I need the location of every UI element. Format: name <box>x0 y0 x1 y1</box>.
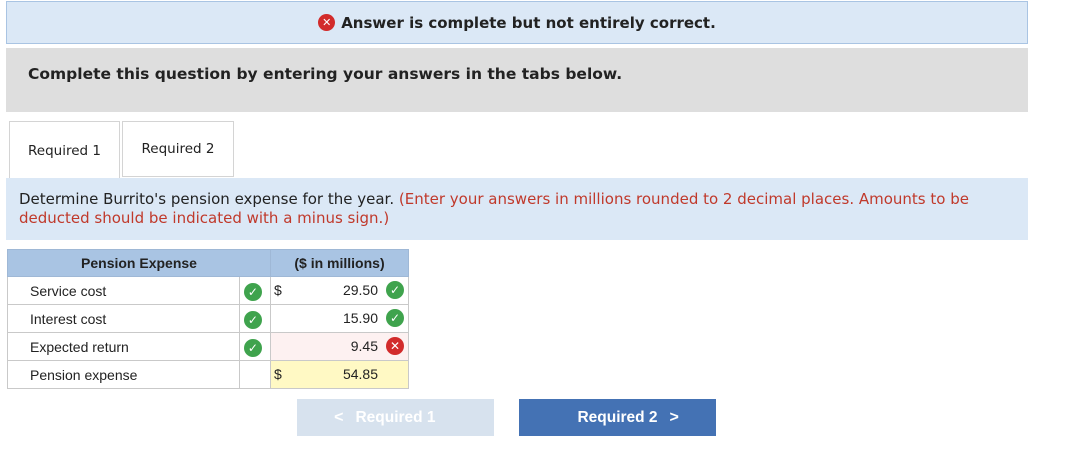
result-banner-text: Answer is complete but not entirely corr… <box>341 13 716 32</box>
x-circle-icon: ✕ <box>386 337 404 355</box>
check-icon: ✓ <box>243 282 262 301</box>
next-button[interactable]: < Required 2 > <box>519 399 716 436</box>
row-label-text: Interest cost <box>30 310 107 327</box>
check-icon: ✓ <box>243 338 262 357</box>
instruction-box: Complete this question by entering your … <box>6 48 1028 112</box>
row-label-interest-cost[interactable]: Interest cost <box>7 304 240 333</box>
total-amount-cell: $ 54.85 <box>270 360 409 389</box>
table-row: Expected return ✓ 9.45 ✕ <box>7 332 409 361</box>
instruction-text: Complete this question by entering your … <box>28 65 623 83</box>
amount-value: 15.90 <box>342 310 378 326</box>
row-label-text: Expected return <box>30 338 129 355</box>
row-label-pension-expense: Pension expense <box>7 360 240 389</box>
tab-required-1-label: Required 1 <box>28 142 101 159</box>
row-label-expected-return[interactable]: Expected return <box>7 332 240 361</box>
currency-symbol: $ <box>274 366 282 382</box>
header-pension-expense: Pension Expense <box>7 249 271 277</box>
amount-cell[interactable]: 15.90 ✓ <box>270 304 409 333</box>
row-label-service-cost[interactable]: Service cost <box>7 276 240 305</box>
amount-value: 29.50 <box>342 282 378 298</box>
label-check-cell: ✓ <box>239 276 271 305</box>
result-banner: ✕ Answer is complete but not entirely co… <box>6 1 1028 44</box>
label-check-cell: ✓ <box>239 304 271 333</box>
amount-cell[interactable]: 9.45 ✕ <box>270 332 409 361</box>
chevron-right-icon: > <box>669 408 679 426</box>
table-row: Service cost ✓ $ 29.50 ✓ <box>7 276 409 305</box>
row-label-text: Service cost <box>30 282 107 299</box>
currency-symbol: $ <box>274 282 282 298</box>
check-icon: ✓ <box>243 310 262 329</box>
amount-value: 54.85 <box>342 366 378 382</box>
next-button-label: Required 2 <box>577 408 658 426</box>
amount-value: 9.45 <box>350 338 378 354</box>
prev-button[interactable]: < Required 1 > <box>297 399 494 436</box>
x-circle-icon: ✕ <box>318 14 336 31</box>
label-check-cell: ✓ <box>239 332 271 361</box>
label-check-cell <box>239 360 271 389</box>
tab-required-2[interactable]: Required 2 <box>122 121 234 177</box>
question-text: Determine Burrito's pension expense for … <box>19 190 1019 228</box>
row-label-text: Pension expense <box>30 366 138 383</box>
question-panel: Determine Burrito's pension expense for … <box>6 178 1028 240</box>
table-header-row: Pension Expense ($ in millions) <box>7 249 409 277</box>
prev-button-label: Required 1 <box>355 408 436 426</box>
amount-cell[interactable]: $ 29.50 ✓ <box>270 276 409 305</box>
tab-required-2-label: Required 2 <box>141 141 215 157</box>
check-icon: ✓ <box>386 309 404 327</box>
tab-required-1[interactable]: Required 1 <box>9 121 120 179</box>
table-row: Pension expense $ 54.85 <box>7 360 409 389</box>
chevron-left-icon: < <box>334 408 344 426</box>
question-main-text: Determine Burrito's pension expense for … <box>19 190 395 208</box>
header-amount: ($ in millions) <box>270 249 409 277</box>
pension-expense-table: Pension Expense ($ in millions) Service … <box>7 249 409 389</box>
check-icon: ✓ <box>386 281 404 299</box>
table-row: Interest cost ✓ 15.90 ✓ <box>7 304 409 333</box>
